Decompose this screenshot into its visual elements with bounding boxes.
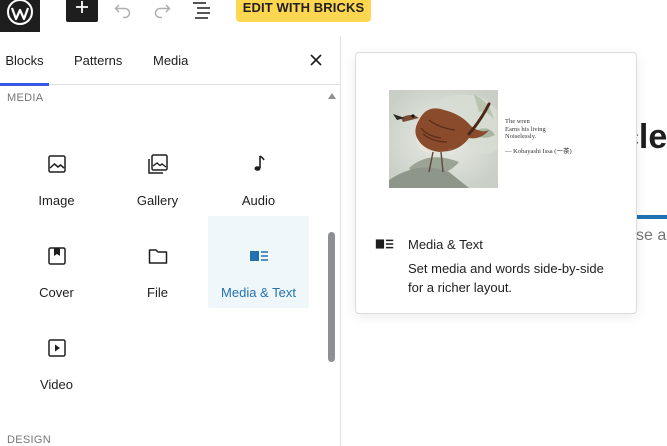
block-label: Cover	[39, 285, 74, 300]
preview-title: Media & Text	[408, 236, 483, 252]
block-media-text[interactable]: Media & Text	[208, 216, 309, 308]
chevron-up-icon	[328, 93, 336, 99]
wren-illustration-image	[389, 90, 498, 188]
scroll-up-arrow[interactable]	[327, 88, 337, 99]
block-inserter-toggle[interactable]	[66, 0, 98, 22]
poem-attribution: — Kobayashi Issa (一茶)	[505, 147, 572, 155]
tab-blocks[interactable]: Blocks	[0, 36, 49, 86]
folder-icon	[148, 249, 167, 264]
category-heading-design: DESIGN	[7, 434, 51, 446]
audio-icon	[254, 155, 265, 171]
plus-icon	[76, 1, 88, 13]
video-icon	[47, 339, 66, 357]
poem-line: The wren	[505, 118, 530, 125]
close-icon	[310, 54, 322, 66]
poem-line: Earns his living	[505, 125, 546, 133]
tab-patterns[interactable]: Patterns	[74, 36, 122, 85]
block-label: Image	[38, 193, 75, 208]
close-inserter-button[interactable]	[305, 49, 327, 71]
category-heading-media: MEDIA	[7, 92, 44, 104]
block-gallery[interactable]: Gallery	[107, 124, 208, 216]
wordpress-logo-button[interactable]	[0, 0, 40, 32]
document-overview-button[interactable]	[190, 0, 214, 22]
undo-button[interactable]	[111, 0, 135, 22]
undo-icon	[114, 4, 131, 19]
poem-line: Noiselessly.	[505, 133, 537, 140]
media-text-icon	[249, 251, 268, 261]
list-view-icon	[193, 2, 210, 19]
preview-description: Set media and words side-by-side for a r…	[408, 261, 604, 295]
block-video[interactable]: Video	[6, 308, 107, 400]
block-label: File	[147, 285, 168, 300]
gallery-icon	[147, 154, 168, 174]
redo-button[interactable]	[150, 0, 174, 22]
block-label: Audio	[241, 193, 276, 208]
redo-icon	[154, 4, 171, 19]
block-preview-popover: The wren Earns his living Noiselessly. —…	[355, 52, 637, 314]
block-label: Video	[39, 377, 73, 392]
editor-toolbar: EDIT WITH BRICKS	[0, 0, 667, 36]
tab-media[interactable]: Media	[153, 36, 188, 85]
block-label: Gallery	[136, 193, 179, 208]
image-icon	[47, 155, 66, 173]
edit-with-bricks-button[interactable]: EDIT WITH BRICKS	[236, 0, 371, 22]
block-image[interactable]: Image	[6, 124, 107, 216]
block-file[interactable]: File	[107, 216, 208, 308]
scrollbar-thumb[interactable]	[328, 232, 335, 362]
block-label: Media & Text	[221, 285, 296, 300]
block-cover[interactable]: Cover	[6, 216, 107, 308]
poem-text: The wren Earns his living Noiselessly. —…	[505, 118, 572, 155]
canvas-text-fragment[interactable]: se a	[636, 227, 666, 245]
block-audio[interactable]: Audio	[208, 124, 309, 216]
preview-title-row: Media & Text	[374, 233, 483, 255]
wordpress-logo-icon	[7, 0, 33, 25]
cover-icon	[47, 247, 66, 265]
inserter-tabs: Blocks Patterns Media	[0, 36, 340, 86]
block-inserter-panel: Blocks Patterns Media MEDIA Image Galler…	[0, 36, 341, 446]
media-text-icon	[375, 239, 394, 249]
